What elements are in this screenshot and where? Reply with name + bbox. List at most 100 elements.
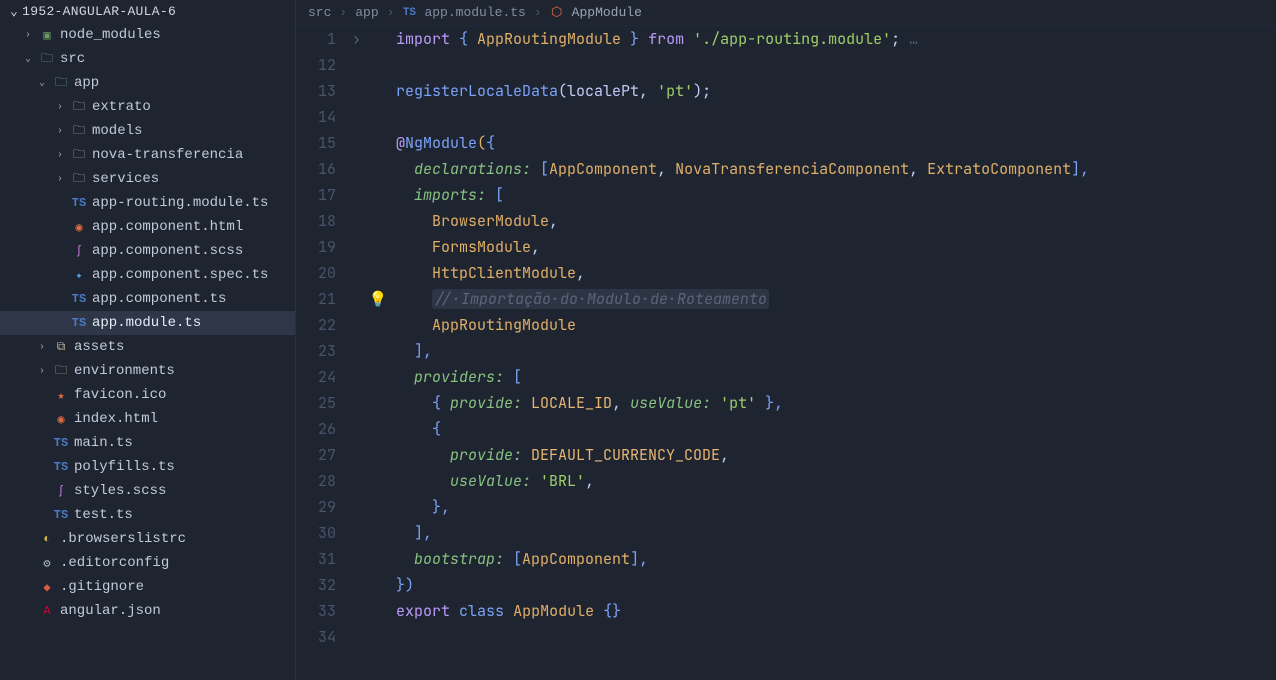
line-number: 27 — [296, 442, 336, 468]
file-explorer-sidebar: ⌄ 1952-ANGULAR-AULA-6 ›▣node_modules ⌄🗀s… — [0, 0, 296, 680]
tree-file-angular-json[interactable]: Aangular.json — [0, 599, 295, 623]
folder-icon: 🗀 — [70, 121, 88, 142]
tree-label: services — [92, 171, 159, 187]
line-number: 31 — [296, 546, 336, 572]
tree-label: main.ts — [74, 435, 133, 451]
tree-label: test.ts — [74, 507, 133, 523]
tree-folder-models[interactable]: ›🗀models — [0, 119, 295, 143]
tree-file-app-component-ts[interactable]: TSapp.component.ts — [0, 287, 295, 311]
line-number: 23 — [296, 338, 336, 364]
tree-folder-src[interactable]: ⌄🗀src — [0, 47, 295, 71]
tree-file-app-component-spec[interactable]: ✦ app.component.spec.ts — [0, 263, 295, 287]
tree-file-styles-scss[interactable]: ʃstyles.scss — [0, 479, 295, 503]
tree-file-app-component-html[interactable]: ◉ app.component.html — [0, 215, 295, 239]
tree-file-editorconfig[interactable]: ⚙ .editorconfig — [0, 551, 295, 575]
tree-label: app.module.ts — [92, 315, 201, 331]
tree-label: styles.scss — [74, 483, 166, 499]
folder-open-icon: 🗀 — [38, 49, 56, 70]
lightbulb-icon[interactable]: 💡 — [368, 286, 388, 312]
line-number: 19 — [296, 234, 336, 260]
tree-file-test-ts[interactable]: TS test.ts — [0, 503, 295, 527]
chevron-right-icon: › — [54, 150, 66, 161]
line-number: 15 — [296, 130, 336, 156]
ts-icon: TS — [52, 436, 70, 450]
tree-folder-node-modules[interactable]: ›▣node_modules — [0, 23, 295, 47]
git-icon: ◆ — [38, 580, 56, 595]
tree-label: app.component.scss — [92, 243, 243, 259]
tree-label: app.component.ts — [92, 291, 226, 307]
line-gutter: 1 12 13 14 15 16 17 18 19 20 21 22 23 24… — [296, 26, 352, 680]
tree-file-app-routing-module[interactable]: TSapp-routing.module.ts — [0, 191, 295, 215]
tree-file-app-module-ts[interactable]: TS app.module.ts — [0, 311, 295, 335]
line-number: 26 — [296, 416, 336, 442]
tree-folder-environments[interactable]: ›🗀environments — [0, 359, 295, 383]
gear-icon: ⚙ — [38, 556, 56, 571]
line-number: 29 — [296, 494, 336, 520]
line-number: 22 — [296, 312, 336, 338]
tree-folder-services[interactable]: ›🗀services — [0, 167, 295, 191]
code-content[interactable]: import { AppRoutingModule } from './app-… — [388, 26, 1276, 680]
tree-folder-app[interactable]: ⌄🗀app — [0, 71, 295, 95]
chevron-right-icon: › — [387, 5, 395, 20]
tree-folder-nova-transferencia[interactable]: › 🗀nova-transferencia — [0, 143, 295, 167]
tree-label: environments — [74, 363, 175, 379]
folder-icon: 🗀 — [52, 361, 70, 382]
favicon-icon: ★ — [52, 388, 70, 403]
tree-folder-assets[interactable]: ›⧉assets — [0, 335, 295, 359]
ts-icon: TS — [402, 7, 416, 19]
tree-label: assets — [74, 339, 124, 355]
html-icon: ◉ — [70, 220, 88, 235]
explorer-header: ⌄ 1952-ANGULAR-AULA-6 — [0, 0, 295, 23]
glyph-margin: 💡 — [368, 26, 388, 680]
tree-label: app.component.html — [92, 219, 243, 235]
tree-file-browserslistrc[interactable]: ◐.browserslistrc — [0, 527, 295, 551]
tree-label: nova-transferencia — [92, 147, 243, 163]
tree-file-main-ts[interactable]: TS main.ts — [0, 431, 295, 455]
line-number: 14 — [296, 104, 336, 130]
line-number: 21 — [296, 286, 336, 312]
test-icon: ✦ — [70, 268, 88, 283]
chevron-right-icon: › — [54, 174, 66, 185]
line-number: 30 — [296, 520, 336, 546]
tree-label: node_modules — [60, 27, 161, 43]
tree-label: app.component.spec.ts — [92, 267, 268, 283]
file-tree: ›▣node_modules ⌄🗀src ⌄🗀app ›🗀extrato ›🗀m… — [0, 23, 295, 680]
browserslist-icon: ◐ — [38, 532, 56, 546]
ts-icon: TS — [52, 460, 70, 474]
breadcrumb-segment[interactable]: AppModule — [572, 5, 642, 20]
tree-folder-extrato[interactable]: ›🗀extrato — [0, 95, 295, 119]
tree-file-app-component-scss[interactable]: ʃapp.component.scss — [0, 239, 295, 263]
chevron-down-icon: ⌄ — [22, 53, 34, 65]
breadcrumb-segment[interactable]: src — [308, 5, 331, 20]
breadcrumb[interactable]: src › app › TS app.module.ts › ⬡ AppModu… — [296, 0, 1276, 26]
breadcrumb-segment[interactable]: app.module.ts — [424, 5, 525, 20]
project-name: 1952-ANGULAR-AULA-6 — [22, 4, 176, 19]
tree-label: app — [74, 75, 99, 91]
tree-label: favicon.ico — [74, 387, 166, 403]
tree-label: index.html — [74, 411, 158, 427]
folder-icon: 🗀 — [70, 145, 88, 166]
chevron-right-icon: › — [534, 5, 542, 20]
editor-pane: src › app › TS app.module.ts › ⬡ AppModu… — [296, 0, 1276, 680]
tree-label: polyfills.ts — [74, 459, 175, 475]
code-editor[interactable]: 1 12 13 14 15 16 17 18 19 20 21 22 23 24… — [296, 26, 1276, 680]
line-number: 33 — [296, 598, 336, 624]
chevron-right-icon: › — [339, 5, 347, 20]
tree-label: models — [92, 123, 142, 139]
ts-icon: TS — [52, 508, 70, 522]
chevron-down-icon[interactable]: ⌄ — [10, 4, 18, 19]
tree-file-gitignore[interactable]: ◆.gitignore — [0, 575, 295, 599]
tree-file-index-html[interactable]: ◉index.html — [0, 407, 295, 431]
line-number: 28 — [296, 468, 336, 494]
ts-icon: TS — [70, 316, 88, 330]
module-icon: ⬡ — [550, 5, 564, 20]
line-number: 12 — [296, 52, 336, 78]
tree-file-polyfills-ts[interactable]: TS polyfills.ts — [0, 455, 295, 479]
line-number: 16 — [296, 156, 336, 182]
breadcrumb-segment[interactable]: app — [355, 5, 378, 20]
chevron-right-icon: › — [36, 342, 48, 353]
tree-file-favicon[interactable]: ★ favicon.ico — [0, 383, 295, 407]
fold-gutter[interactable]: › — [352, 26, 368, 680]
tree-label: .editorconfig — [60, 555, 169, 571]
tree-label: angular.json — [60, 603, 161, 619]
